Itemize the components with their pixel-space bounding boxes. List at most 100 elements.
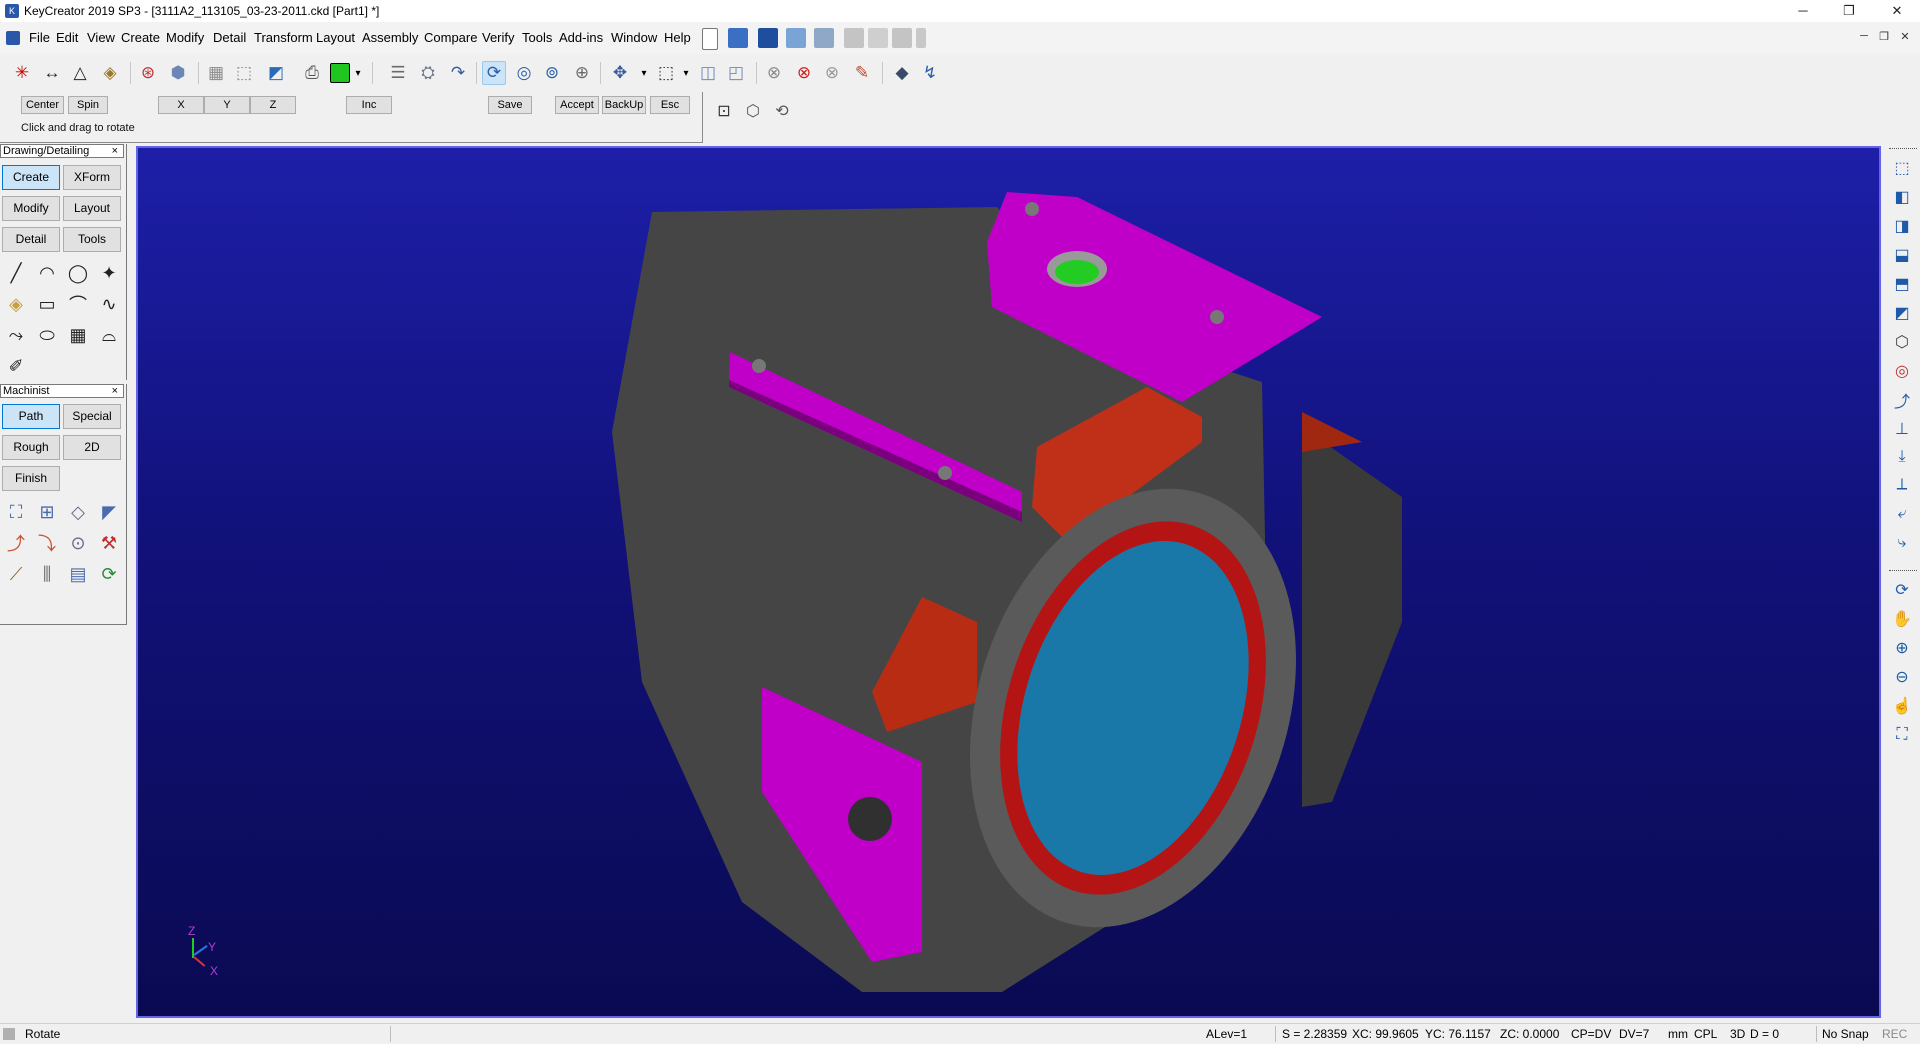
menu-assembly[interactable]: Assembly <box>362 30 418 45</box>
layer-list-icon[interactable]: ⎙ <box>300 61 324 85</box>
axis-right-icon[interactable]: ⤶ <box>1890 502 1914 526</box>
layer-icon[interactable]: ⊛ <box>136 61 160 85</box>
select-window-icon[interactable]: ⬚ <box>654 61 678 85</box>
tools-button[interactable]: Tools <box>63 227 121 252</box>
list-icon[interactable]: ☰ <box>386 61 410 85</box>
zoom-in-icon[interactable]: ⊕ <box>1890 636 1914 660</box>
modify-button[interactable]: Modify <box>2 196 60 221</box>
pan-icon[interactable]: ✋ <box>1890 607 1914 631</box>
verify-icon[interactable]: ⟳ <box>96 561 122 587</box>
x-button[interactable]: X <box>158 96 204 114</box>
y-button[interactable]: Y <box>204 96 250 114</box>
mdi-minimize-button[interactable]: ─ <box>1856 30 1872 42</box>
axis-down-icon[interactable]: ⤓ <box>1890 445 1914 469</box>
spin-button[interactable]: Spin <box>68 96 108 114</box>
backup-button[interactable]: BackUp <box>602 96 646 114</box>
report-icon[interactable]: ▤ <box>65 561 91 587</box>
transform-icon[interactable]: ⬚ <box>232 61 256 85</box>
toolpath-icon[interactable]: ⤴ <box>3 530 29 556</box>
create-button[interactable]: Create <box>2 165 60 190</box>
special-button[interactable]: Special <box>63 404 121 429</box>
fit-view-icon[interactable]: ⛶ <box>1890 723 1914 747</box>
polyline-icon[interactable]: ⌒ <box>65 291 91 317</box>
menu-tools[interactable]: Tools <box>522 30 552 45</box>
path-button[interactable]: Path <box>2 404 60 429</box>
axis-mid-icon[interactable]: ⟂ <box>1890 473 1914 497</box>
edit-icon[interactable] <box>868 28 888 48</box>
curve-icon[interactable]: ⤳ <box>3 322 29 348</box>
restore-button[interactable]: ❐ <box>1826 0 1872 22</box>
view-top-icon[interactable]: ◧ <box>1890 185 1914 209</box>
view-left-icon[interactable]: ⬒ <box>1890 272 1914 296</box>
mdi-close-button[interactable]: ✕ <box>1897 30 1913 43</box>
hatch-icon[interactable]: ▦ <box>65 322 91 348</box>
menu-verify[interactable]: Verify <box>482 30 515 45</box>
ellipse-icon[interactable]: ⬭ <box>34 322 60 348</box>
view-custom-icon[interactable]: ◎ <box>1890 359 1914 383</box>
xform-button[interactable]: XForm <box>63 165 121 190</box>
print-setup-icon[interactable] <box>814 28 834 48</box>
accept-button[interactable]: Accept <box>555 96 599 114</box>
triangle-icon[interactable]: △ <box>68 61 92 85</box>
box-select-icon[interactable]: ◈ <box>98 61 122 85</box>
drill-icon[interactable]: ⊙ <box>65 530 91 556</box>
redo-icon[interactable] <box>892 28 912 48</box>
undo-icon[interactable] <box>844 28 864 48</box>
menu-compare[interactable]: Compare <box>424 30 477 45</box>
new-file-icon[interactable] <box>702 28 718 50</box>
window-icon[interactable]: ◫ <box>696 61 720 85</box>
center-button[interactable]: Center <box>21 96 64 114</box>
inc-button[interactable]: Inc <box>346 96 392 114</box>
view-front-icon[interactable]: ⬚ <box>1890 156 1914 180</box>
orbit-icon[interactable]: ⊚ <box>540 61 564 85</box>
2d-button[interactable]: 2D <box>63 435 121 460</box>
color-cube-icon[interactable]: ◩ <box>264 61 288 85</box>
spline-icon[interactable]: ∿ <box>96 291 122 317</box>
polygon-icon[interactable]: ◈ <box>3 291 29 317</box>
layout-button[interactable]: Layout <box>63 196 121 221</box>
close-icon[interactable]: × <box>112 385 118 397</box>
spin-view-icon[interactable]: ◎ <box>512 61 536 85</box>
view-back-icon[interactable]: ⬓ <box>1890 243 1914 267</box>
color-swatch-icon[interactable] <box>330 63 350 83</box>
render-icon[interactable]: ◆ <box>890 61 914 85</box>
print-icon[interactable] <box>786 28 806 48</box>
save-button[interactable]: Save <box>488 96 532 114</box>
view-right-icon[interactable]: ◨ <box>1890 214 1914 238</box>
axis-z-icon[interactable]: ⤴ <box>1890 388 1914 412</box>
tool-icon[interactable]: ⚒ <box>96 530 122 556</box>
fillet-icon[interactable]: ⌓ <box>96 322 122 348</box>
3d-viewport[interactable]: Z Y X <box>136 146 1881 1018</box>
move-icon[interactable]: ✥ <box>608 61 632 85</box>
zoom-window-icon[interactable]: ⊡ <box>713 100 735 122</box>
stop-icon[interactable]: ⊗ <box>792 61 816 85</box>
post-icon[interactable]: ⫼ <box>34 561 60 587</box>
tool-list-icon[interactable]: ⊞ <box>34 499 60 525</box>
pick-icon[interactable]: ↷ <box>446 61 470 85</box>
save-file-icon[interactable] <box>758 28 778 48</box>
close-icon[interactable]: × <box>112 145 118 157</box>
shaded-icon[interactable]: ⬢ <box>166 61 190 85</box>
minimize-button[interactable]: ─ <box>1780 0 1826 22</box>
axis-xy-icon[interactable]: ⊥ <box>1890 417 1914 441</box>
status-dv[interactable]: DV=7 <box>1619 1027 1649 1041</box>
menu-addins[interactable]: Add-ins <box>559 30 603 45</box>
menu-help[interactable]: Help <box>664 30 691 45</box>
z-button[interactable]: Z <box>250 96 296 114</box>
menu-modify[interactable]: Modify <box>166 30 204 45</box>
menu-window[interactable]: Window <box>611 30 657 45</box>
menu-create[interactable]: Create <box>121 30 160 45</box>
distance-icon[interactable]: ↔ <box>40 61 64 85</box>
rectangle-icon[interactable]: ▭ <box>34 291 60 317</box>
attribute-icon[interactable]: ⛭ <box>416 61 440 85</box>
simulate-icon[interactable]: ⟋ <box>3 561 29 587</box>
arc-icon[interactable]: ◠ <box>34 260 60 286</box>
stock-icon[interactable]: ◇ <box>65 499 91 525</box>
status-units[interactable]: mm <box>1668 1027 1688 1041</box>
menu-view[interactable]: View <box>87 30 115 45</box>
axis-flip-icon[interactable]: ⤷ <box>1890 531 1914 555</box>
machine-setup-icon[interactable]: ⛶ <box>3 499 29 525</box>
status-cp[interactable]: CP=DV <box>1571 1027 1611 1041</box>
esc-button[interactable]: Esc <box>650 96 690 114</box>
measure-icon[interactable]: ✎ <box>850 61 874 85</box>
